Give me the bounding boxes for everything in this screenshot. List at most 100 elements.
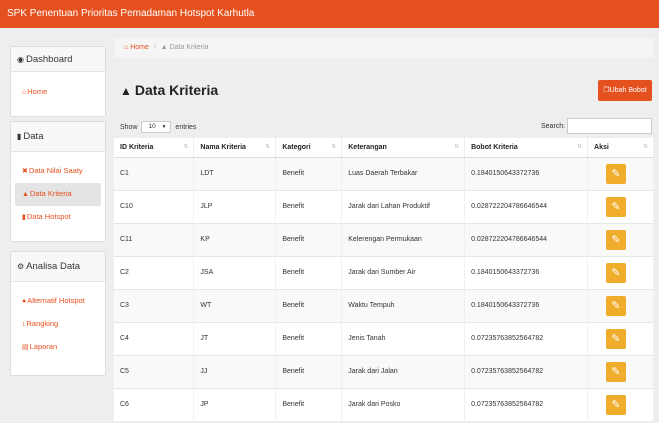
page-title: ▲ Data Kriteria [120, 82, 219, 98]
table-cell: LDT [193, 156, 277, 190]
col-bobot-kriteria[interactable]: Bobot Kriteria ⇅ [464, 138, 589, 158]
table-cell: C6 [114, 387, 195, 421]
breadcrumb-home[interactable]: ⌂ Home [124, 44, 149, 51]
table-row: C4 JT Benefit Jenis Tanah 0.0723576385256478… [114, 321, 654, 355]
action-cell: ✎ [587, 255, 654, 289]
edit-button[interactable]: ✎ [606, 229, 627, 250]
sidebar-item-data-kriteria[interactable]: ▲Data Kriteria [15, 183, 101, 206]
panel-heading-dashboard: ◉ Dashboard [11, 47, 105, 72]
sidebar-item-data-hotspot[interactable]: ▮Data Hotspot [15, 206, 101, 229]
sort-icon: ↕ [22, 321, 26, 328]
sidebar-panel-analisa: ⚙ Analisa Data ●Alternatif Hotspot ↕Rangk… [10, 251, 106, 376]
table-cell: JP [193, 387, 277, 421]
ubah-bobot-button[interactable]: ❐Ubah Bobot [598, 80, 652, 101]
table-row: C1 LDT Benefit Luas Daerah Terbakar 0.184015… [114, 156, 654, 190]
table-row: C10 JLP Benefit Jarak dari Lahan Produktif 0… [114, 189, 654, 223]
table-cell: Benefit [275, 321, 343, 355]
kriteria-table: ID Kriteria ⇅ Nama Kriteria ⇅ Kategori ⇅ Ke… [114, 138, 654, 421]
file-icon: ▮ [17, 132, 22, 141]
table-icon: ✖ [22, 168, 28, 175]
action-cell: ✎ [587, 156, 654, 190]
table-header: ID Kriteria ⇅ Nama Kriteria ⇅ Kategori ⇅ Ke… [114, 138, 654, 158]
table-cell: Benefit [275, 288, 343, 322]
table-cell: Jarak dari Lahan Produktif [341, 189, 466, 223]
edit-button[interactable]: ✎ [606, 163, 627, 184]
sort-icon: ⇅ [331, 144, 337, 150]
breadcrumb: ⌂ Home / ▲ Data Kriteria [114, 38, 654, 58]
table-cell: C2 [114, 255, 195, 289]
entries-control: Show 10 ▼ entries [120, 121, 196, 134]
institution-icon: ▲ [160, 44, 168, 51]
col-kategori[interactable]: Kategori ⇅ [275, 138, 343, 158]
pencil-icon: ✎ [611, 233, 621, 246]
home-icon: ⌂ [22, 89, 27, 96]
dashboard-icon: ◉ [17, 55, 24, 64]
app-title[interactable]: SPK Penentuan Prioritas Pemadaman Hotspo… [7, 8, 254, 19]
table-cell: 0.1840150643372736 [464, 288, 589, 322]
action-cell: ✎ [587, 354, 654, 388]
fire-icon: ● [22, 298, 27, 305]
table-cell: Benefit [275, 255, 343, 289]
action-cell: ✎ [587, 321, 654, 355]
table-cell: Jarak dari Sumber Air [341, 255, 466, 289]
sidebar-item-home[interactable]: ⌂Home [15, 81, 101, 104]
table-cell: 0.1840150643372736 [464, 156, 589, 190]
edit-button[interactable]: ✎ [606, 394, 627, 415]
sort-icon: ⇅ [642, 144, 648, 150]
table-cell: C1 [114, 156, 195, 190]
table-row: C5 JJ Benefit Jarak dari Jalan 0.07235763852… [114, 354, 654, 388]
edit-button[interactable]: ✎ [606, 295, 627, 316]
sidebar-panel-data: ▮ Data ✖Data Nilai Saaty ▲Data Kriteria ▮… [10, 121, 106, 242]
main-content: ⌂ Home / ▲ Data Kriteria ▲ Data Kriteria … [114, 38, 654, 421]
sidebar-panel-dashboard: ◉ Dashboard ⌂Home [10, 46, 106, 117]
col-keterangan[interactable]: Keterangan ⇅ [341, 138, 466, 158]
institution-icon: ▲ [22, 191, 29, 198]
table-row: C2 JSA Benefit Jarak dari Sumber Air 0.18401… [114, 255, 654, 289]
col-aksi[interactable]: Aksi ⇅ [587, 138, 654, 158]
table-cell: 0.028722204786646544 [464, 189, 589, 223]
edit-button[interactable]: ✎ [606, 262, 627, 283]
table-cell: C5 [114, 354, 195, 388]
sidebar-item-data-nilai-saaty[interactable]: ✖Data Nilai Saaty [15, 160, 101, 183]
search-label: Search: [541, 123, 566, 130]
pencil-icon: ✎ [611, 332, 621, 345]
table-cell: 0.07235763852564782 [464, 387, 589, 421]
chevron-down-icon: ▼ [161, 124, 167, 130]
sidebar-item-rangking[interactable]: ↕Rangking [15, 313, 101, 336]
pencil-icon: ✎ [611, 398, 621, 411]
table-cell: Jarak dari Jalan [341, 354, 466, 388]
table-cell: 0.07235763852564782 [464, 354, 589, 388]
table-cell: C11 [114, 222, 195, 256]
edit-button[interactable]: ✎ [606, 328, 627, 349]
institution-icon: ▲ [120, 84, 132, 98]
entries-select[interactable]: 10 ▼ [141, 121, 172, 133]
report-icon: ▤ [22, 344, 29, 351]
table-cell: 0.07235763852564782 [464, 321, 589, 355]
table-cell: C3 [114, 288, 195, 322]
sort-icon: ⇅ [576, 144, 583, 150]
search-input[interactable] [567, 118, 652, 134]
pencil-icon: ✎ [611, 167, 621, 180]
app-header: SPK Penentuan Prioritas Pemadaman Hotspo… [0, 0, 659, 28]
sidebar-item-laporan[interactable]: ▤Laporan [15, 336, 101, 359]
table-cell: JJ [193, 354, 277, 388]
edit-button[interactable]: ✎ [606, 361, 627, 382]
table-cell: Kelerengan Permukaan [341, 222, 466, 256]
table-cell: 0.028722204786646544 [464, 222, 589, 256]
action-cell: ✎ [587, 222, 654, 256]
table-cell: JLP [193, 189, 277, 223]
col-id-kriteria[interactable]: ID Kriteria ⇅ [114, 138, 195, 158]
table-cell: 0.1840150643372736 [464, 255, 589, 289]
pencil-icon: ✎ [611, 200, 621, 213]
table-cell: Benefit [275, 354, 343, 388]
sort-icon: ⇅ [454, 144, 460, 150]
table-cell: Benefit [275, 387, 343, 421]
table-row: C11 KP Benefit Kelerengan Permukaan 0.028722… [114, 222, 654, 256]
book-icon: ▮ [22, 214, 26, 221]
table-cell: KP [193, 222, 277, 256]
edit-button[interactable]: ✎ [606, 196, 627, 217]
panel-heading-data: ▮ Data [11, 122, 105, 152]
sidebar-item-alternatif-hotspot[interactable]: ●Alternatif Hotspot [15, 290, 101, 313]
col-nama-kriteria[interactable]: Nama Kriteria ⇅ [193, 138, 277, 158]
action-cell: ✎ [587, 189, 654, 223]
